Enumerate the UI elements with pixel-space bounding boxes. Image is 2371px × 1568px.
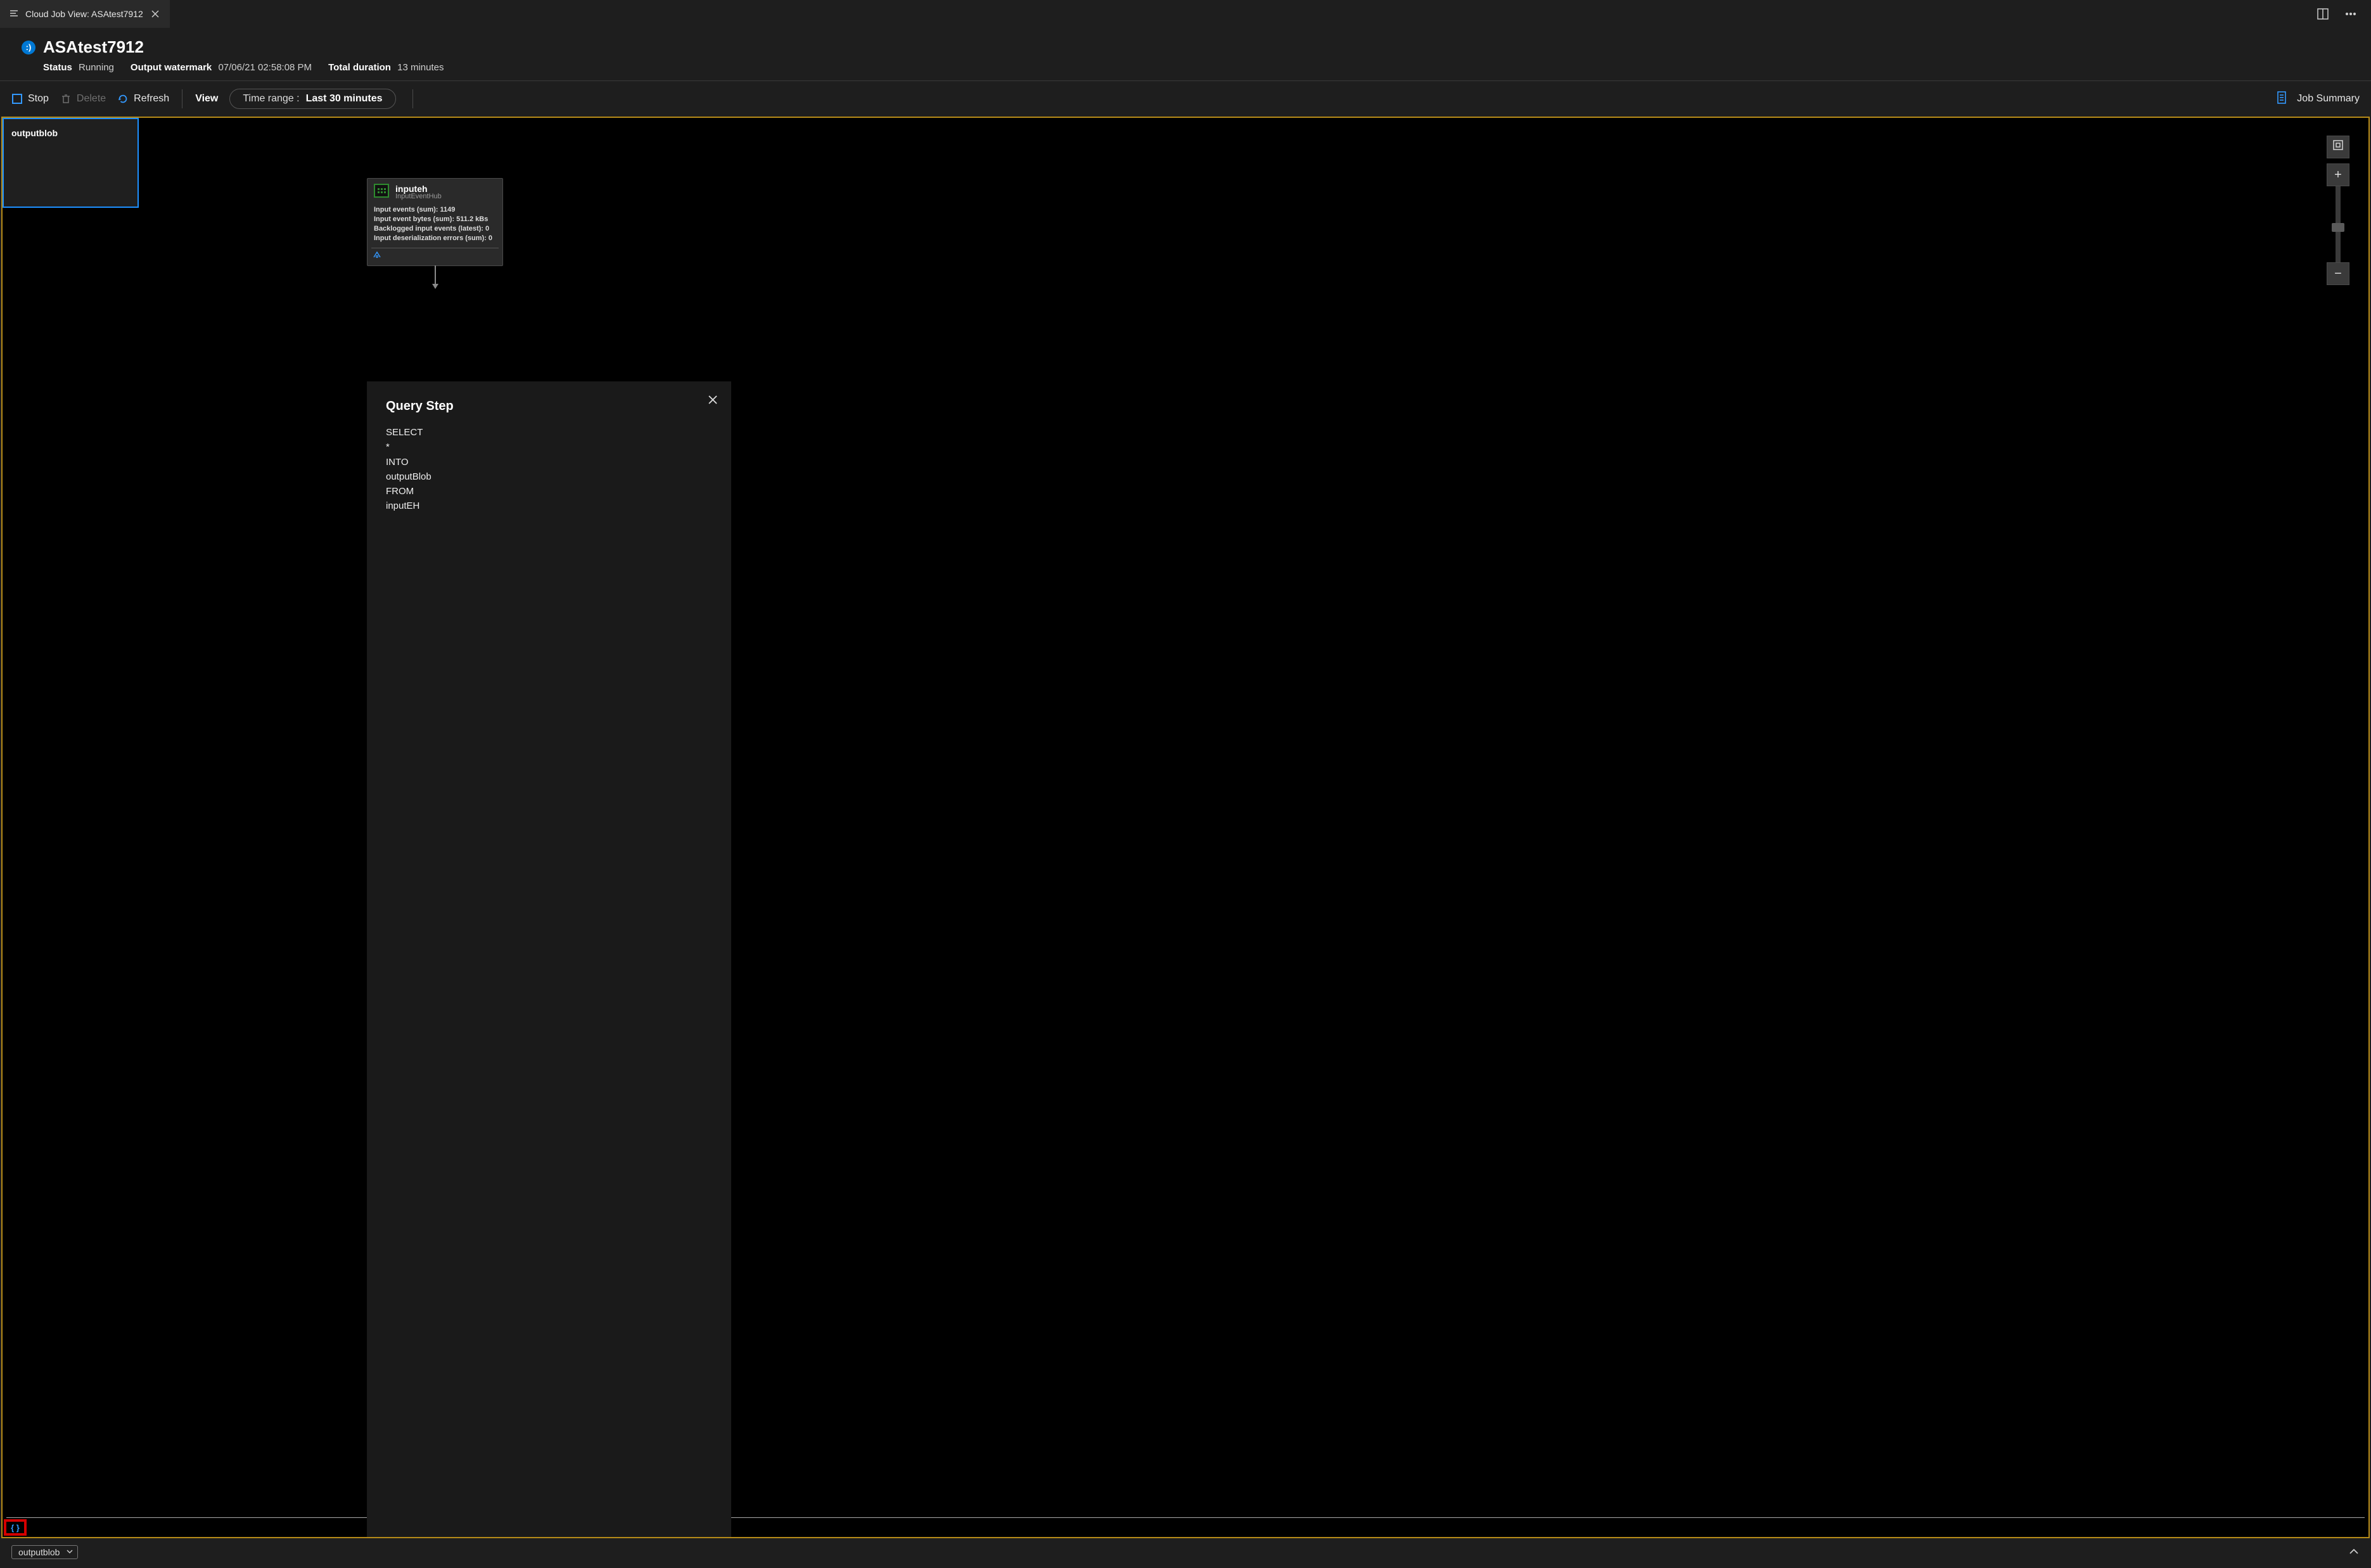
job-summary-button[interactable]: Job Summary [2297,93,2360,105]
stop-label: Stop [28,93,49,105]
node-separator [6,1517,2365,1518]
zoom-out-button[interactable]: − [2327,262,2349,285]
refresh-label: Refresh [134,93,169,105]
tab-bar: Cloud Job View: ASAtest7912 [0,0,2371,29]
watermark-block: Output watermark 07/06/21 02:58:08 PM [131,62,312,73]
duration-value: 13 minutes [397,62,444,73]
zoom-in-button[interactable]: + [2327,163,2349,186]
refresh-button[interactable]: Refresh [117,93,169,105]
status-block: Status Running [43,62,114,73]
query-step-title: Query Step [386,399,712,414]
query-line: outputBlob [386,469,712,484]
watermark-label: Output watermark [131,62,212,73]
zoom-slider-thumb[interactable] [2332,223,2344,232]
status-label: Status [43,62,72,73]
zoom-slider[interactable] [2336,186,2341,262]
asa-job-icon: :) [22,41,35,54]
trash-icon [60,93,72,105]
job-summary-icon [2275,91,2289,106]
query-line: inputEH [386,499,712,513]
query-script-button[interactable]: { } [4,1519,27,1536]
delete-label: Delete [77,93,106,105]
query-line: * [386,440,712,454]
query-line: FROM [386,484,712,499]
locate-icon[interactable] [373,251,381,262]
output-node-title: outputblob [4,119,137,147]
split-editor-icon[interactable] [2315,6,2330,22]
time-range-value: Last 30 minutes [306,93,383,105]
query-step-popup: Query Step SELECT * INTO outputBlob FROM… [367,381,731,1537]
bottom-panel-bar: outputblob [0,1538,2371,1566]
input-node-subtitle: InputEventHub [395,193,442,200]
metric-line: Input deserialization errors (sum): 0 [374,234,496,243]
query-line: INTO [386,455,712,469]
collapse-panel-button[interactable] [2348,1546,2360,1558]
diagram-node-outputblob[interactable]: outputblob { } [3,118,139,208]
stop-icon [11,93,23,105]
metric-line: Backlogged input events (latest): 0 [374,224,496,234]
duration-block: Total duration 13 minutes [328,62,444,73]
time-range-label: Time range : [243,93,299,105]
view-label[interactable]: View [195,93,218,105]
job-diagram-canvas[interactable]: + − inputeh InputEventHub Input events (… [1,117,2370,1538]
tab-title: Cloud Job View: ASAtest7912 [25,9,143,19]
more-actions-icon[interactable] [2343,6,2358,22]
chevron-down-icon [66,1547,73,1557]
eventhub-icon [374,184,389,198]
bottom-selector[interactable]: outputblob [11,1545,78,1559]
metric-line: Input events (sum): 1149 [374,205,496,215]
toolbar-separator [412,89,413,108]
refresh-icon [117,93,129,105]
metric-line: Input event bytes (sum): 511.2 kBs [374,215,496,224]
bottom-selector-value: outputblob [18,1547,60,1557]
zoom-fit-button[interactable] [2327,136,2349,158]
query-line: SELECT [386,425,712,440]
input-node-metrics: Input events (sum): 1149 Input event byt… [367,203,502,248]
job-name: ASAtest7912 [43,37,144,57]
delete-button[interactable]: Delete [60,93,106,105]
duration-label: Total duration [328,62,391,73]
watermark-value: 07/06/21 02:58:08 PM [218,62,312,73]
diagram-edge [435,265,436,288]
status-value: Running [79,62,114,73]
braces-icon: { } [11,1523,20,1533]
close-popup-button[interactable] [706,393,720,407]
toolbar: Stop Delete Refresh View Time range : La… [0,81,2371,117]
time-range-selector[interactable]: Time range : Last 30 minutes [229,89,395,109]
zoom-controls: + − [2327,136,2349,285]
stop-button[interactable]: Stop [11,93,49,105]
list-icon [9,8,19,20]
tab-cloud-job-view[interactable]: Cloud Job View: ASAtest7912 [0,0,170,28]
tab-close-icon[interactable] [150,8,161,20]
job-header: :) ASAtest7912 Status Running Output wat… [0,29,2371,81]
diagram-node-inputeh[interactable]: inputeh InputEventHub Input events (sum)… [367,178,503,266]
